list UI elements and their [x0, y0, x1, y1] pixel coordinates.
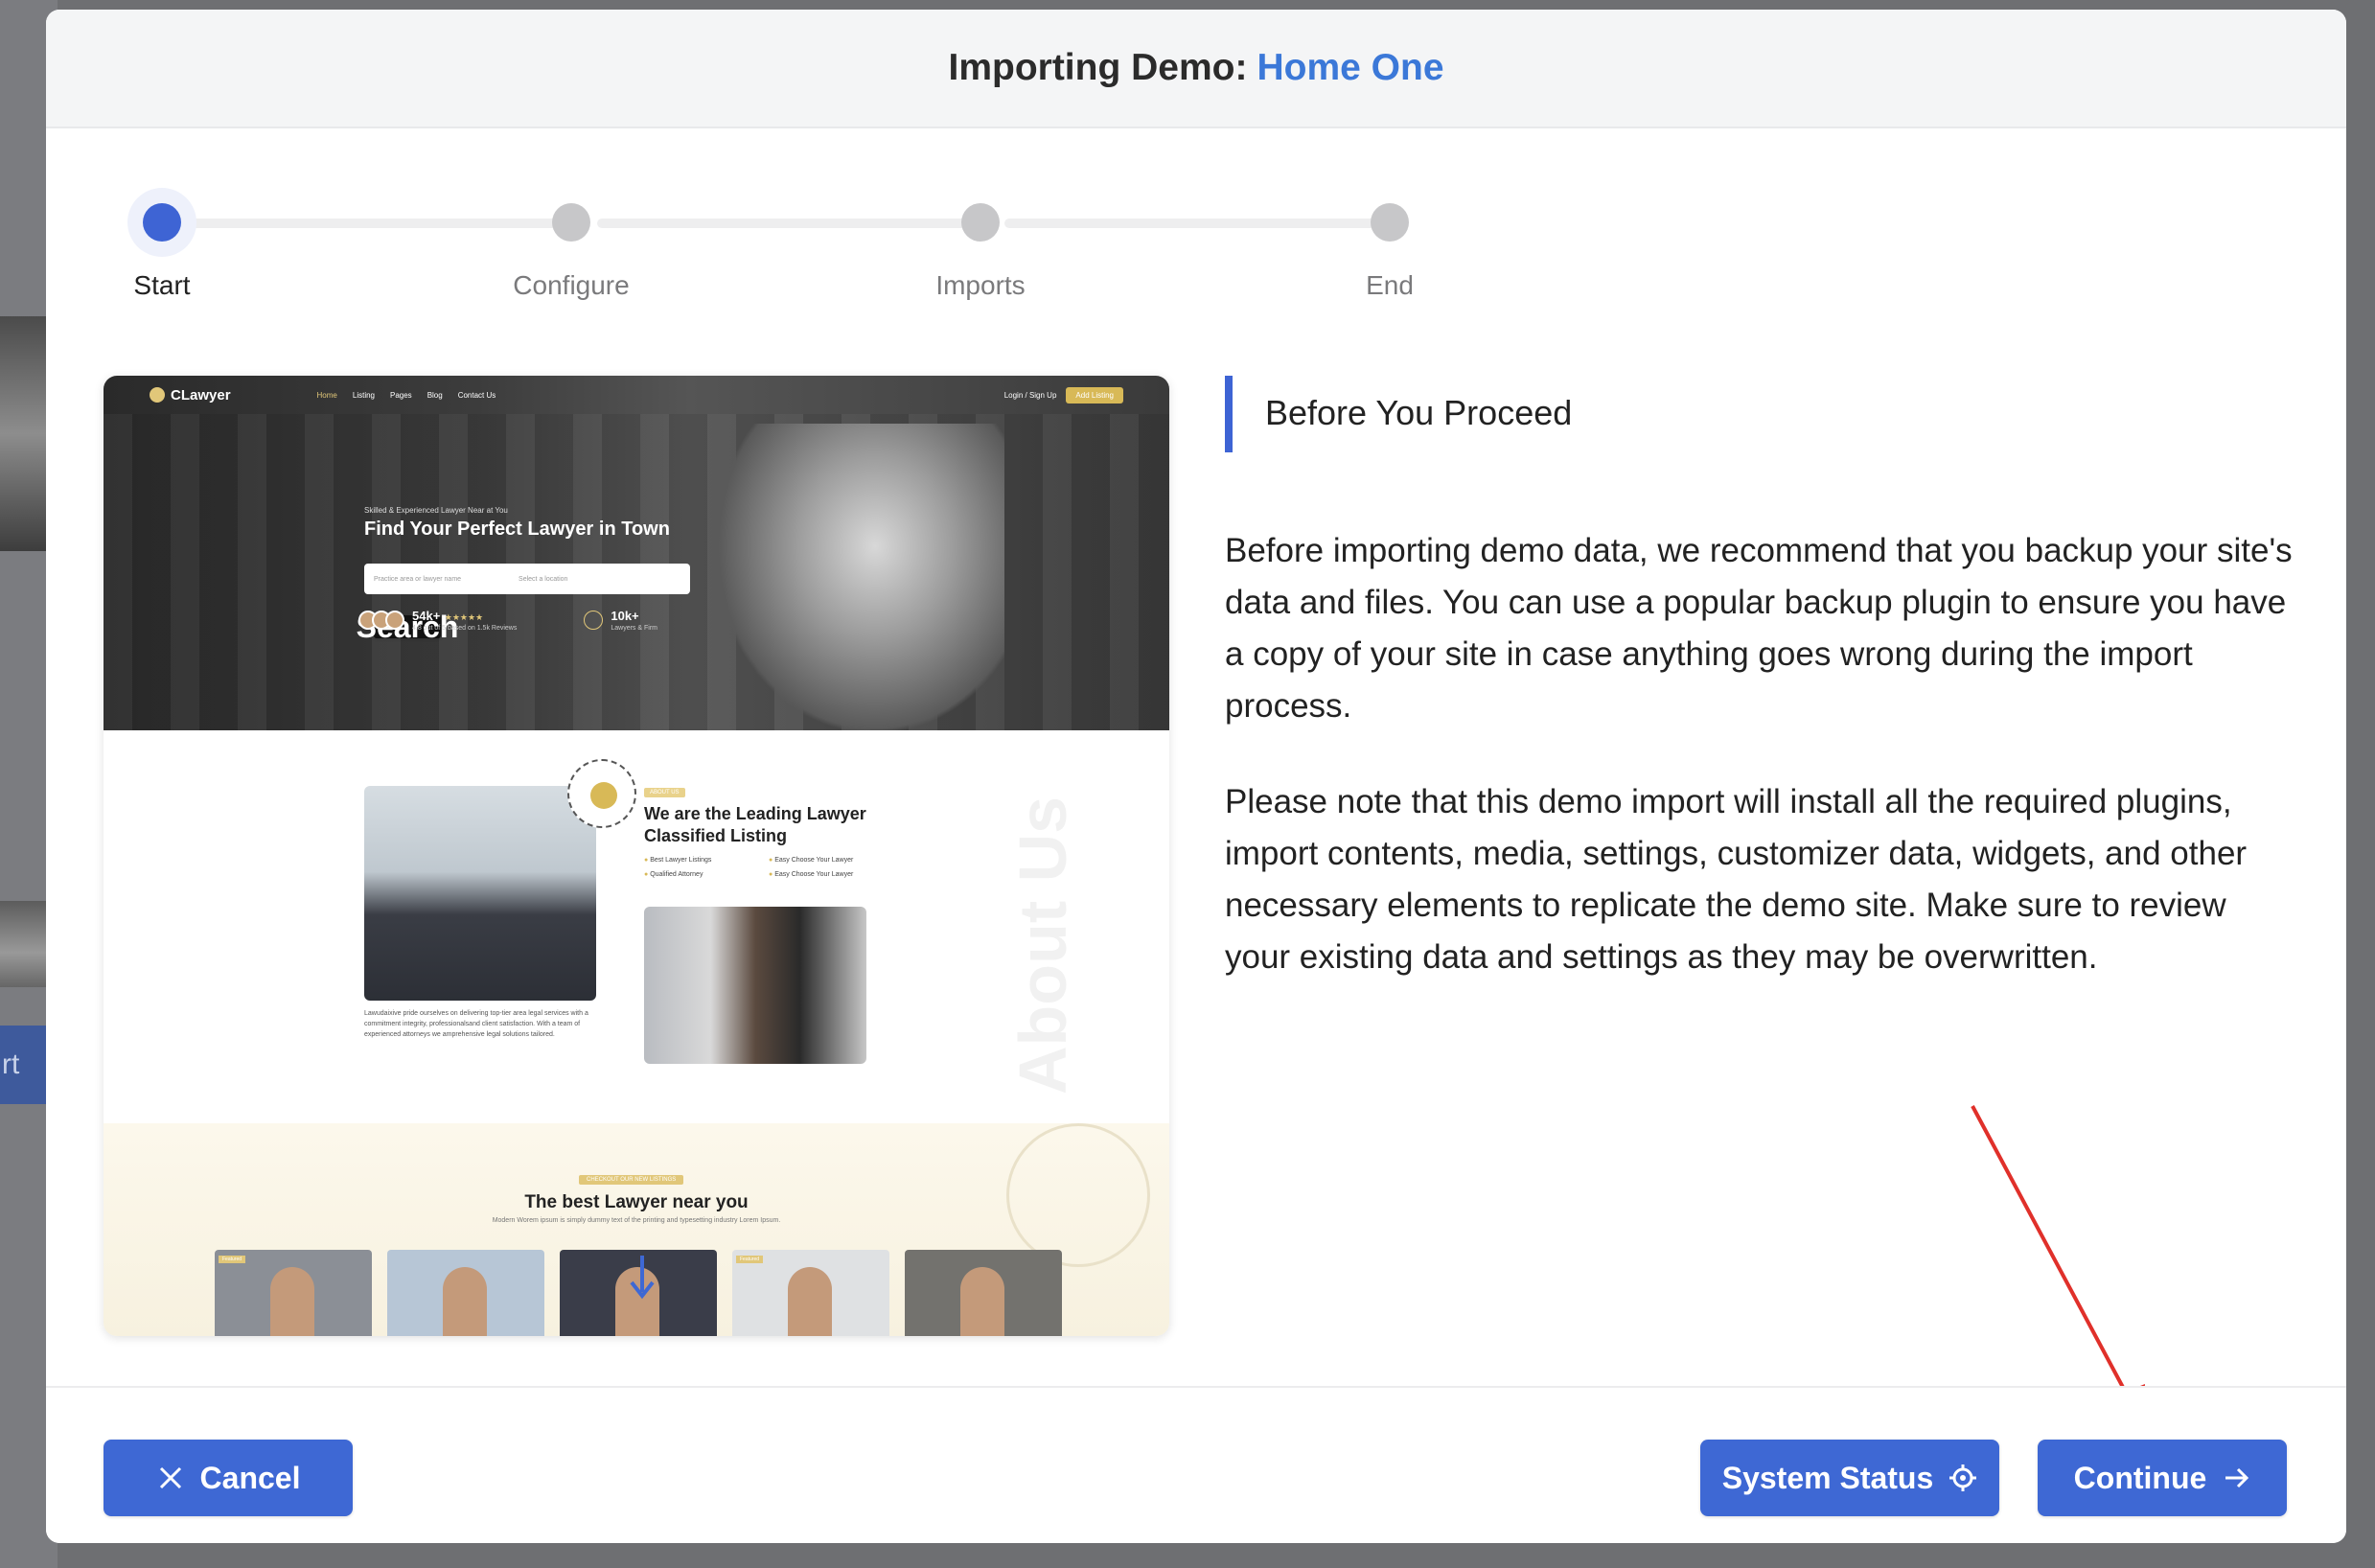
preview-stats: 54k+ ★★★★★ 4.8 out of 5 based on 1.5k Re…: [358, 608, 657, 632]
backdrop-image: [0, 901, 46, 987]
step-label-configure: Configure: [513, 270, 630, 300]
step-dot-configure: [552, 203, 590, 242]
lawyer-card: [905, 1250, 1062, 1336]
demo-name: Home One: [1257, 47, 1444, 88]
lawyer-card: Featured: [732, 1250, 889, 1336]
annotation-arrow-icon: [1971, 1105, 2145, 1424]
notice-paragraph: Please note that this demo import will i…: [1225, 783, 2248, 976]
preview-hero: CLawyer Home Listing Pages Blog Contact …: [104, 376, 1169, 730]
preview-hero-title: Find Your Perfect Lawyer in Town: [364, 519, 670, 540]
modal-header: Importing Demo: Home One: [46, 10, 2346, 128]
step-dot-end: [1371, 203, 1409, 242]
step-connector: [180, 219, 573, 228]
progress-stepper: Start Configure Imports End: [46, 128, 2346, 311]
step-dot-imports: [961, 203, 1000, 242]
arrow-right-icon: [2225, 1467, 2249, 1488]
modal-footer: Cancel System Status Continue: [46, 1386, 2346, 1543]
cancel-label: Cancel: [199, 1460, 301, 1495]
scroll-down-arrow-icon: [630, 1256, 655, 1300]
notice-title: Before You Proceed: [1265, 393, 1573, 432]
backdrop-tab: rt: [0, 1026, 46, 1104]
preview-search-bar: Practice area or lawyer name Select a lo…: [357, 564, 690, 642]
cancel-button[interactable]: Cancel: [104, 1440, 353, 1516]
preview-logo: CLawyer: [150, 387, 231, 404]
since-badge-icon: [567, 759, 636, 828]
preview-about-title: We are the Leading Lawyer Classified Lis…: [644, 804, 866, 845]
step-label-imports: Imports: [935, 270, 1026, 300]
preview-best-title: The best Lawyer near you: [524, 1192, 749, 1212]
about-watermark: About Us: [1005, 796, 1080, 1095]
lawyer-photo: [644, 907, 866, 1064]
preview-menu: Home Listing Pages Blog Contact Us: [316, 390, 496, 400]
location-pin-icon: [150, 387, 165, 403]
preview-add-listing: Add Listing: [1066, 386, 1123, 404]
star-rating-icon: ★★★★★: [444, 612, 484, 622]
notice-accent-bar: [1225, 376, 1233, 452]
preview-about-list: Best Lawyer Listings Easy Choose Your La…: [644, 857, 893, 878]
system-status-label: System Status: [1721, 1460, 1934, 1495]
scale-icon: [584, 610, 604, 630]
continue-label: Continue: [2073, 1460, 2207, 1495]
avatar-group: [358, 610, 404, 630]
step-dot-start: [143, 203, 181, 242]
preview-nav: CLawyer Home Listing Pages Blog Contact …: [104, 376, 1169, 414]
crosshair-icon: [1949, 1464, 1977, 1491]
preview-about-section: ABOUT US We are the Leading Lawyer Class…: [104, 730, 1169, 1123]
close-icon: [159, 1466, 181, 1489]
system-status-button[interactable]: System Status: [1700, 1440, 1999, 1516]
backdrop-image: [0, 316, 46, 551]
lawyer-card: Featured: [215, 1250, 372, 1336]
team-photo: [364, 786, 596, 1001]
preview-login: Login / Sign Up: [1003, 390, 1057, 400]
modal-title-prefix: Importing Demo:: [948, 47, 1248, 88]
step-connector: [1004, 219, 1388, 228]
preview-best-lawyer-section: CHECKOUT OUR NEW LISTINGS The best Lawye…: [104, 1123, 1169, 1336]
step-label-start: Start: [133, 270, 191, 300]
statue-image: [717, 424, 1004, 730]
step-connector: [597, 219, 980, 228]
step-label-end: End: [1366, 270, 1414, 300]
import-demo-modal: Importing Demo: Home One Start Configure…: [46, 10, 2346, 1543]
continue-button[interactable]: Continue: [2038, 1440, 2287, 1516]
lawyer-card: [387, 1250, 544, 1336]
demo-preview-image: CLawyer Home Listing Pages Blog Contact …: [104, 376, 1169, 1336]
preview-hero-kicker: Skilled & Experienced Lawyer Near at You: [364, 506, 508, 515]
notice-paragraph: Before importing demo data, we recommend…: [1225, 532, 2293, 725]
